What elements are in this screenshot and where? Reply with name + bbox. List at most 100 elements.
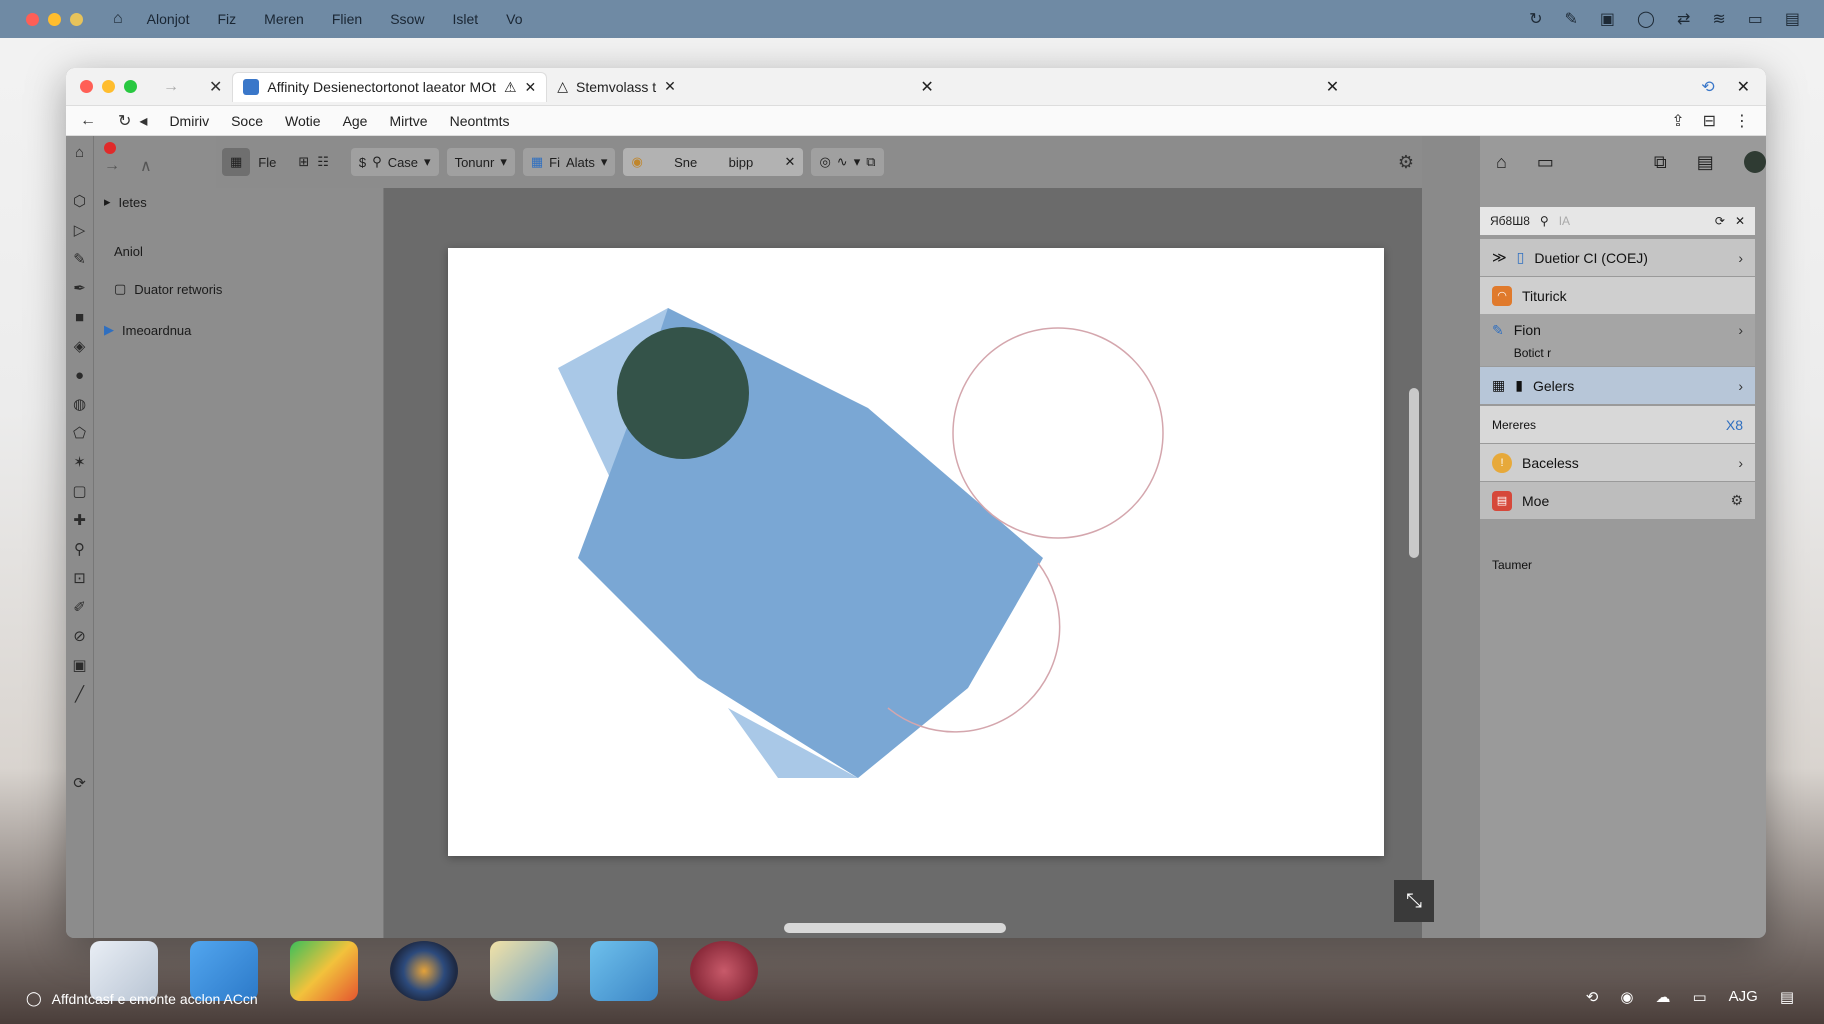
- close-icon[interactable]: ✕: [1735, 214, 1745, 228]
- list-item-gelers[interactable]: ▦ ▮ Gelers ›: [1480, 367, 1755, 404]
- layout-icon[interactable]: ⊟: [1703, 111, 1716, 131]
- circle-tool-icon[interactable]: ●: [71, 367, 89, 385]
- frame-icon[interactable]: ▣: [71, 657, 89, 675]
- gear-icon[interactable]: ⚙: [1398, 152, 1414, 173]
- tab-close-icon[interactable]: ✕: [525, 79, 537, 96]
- search-value[interactable]: bipp: [729, 155, 754, 170]
- vertical-scrollbar[interactable]: [1409, 388, 1419, 558]
- window-zoom-dot[interactable]: [124, 80, 137, 93]
- fill-tool-icon[interactable]: ■: [71, 309, 89, 327]
- rectangle-tool-icon[interactable]: ▢: [71, 483, 89, 501]
- menu-item-5[interactable]: Ssow: [390, 11, 424, 27]
- home-icon[interactable]: ⌂: [1496, 152, 1507, 173]
- control-center-icon[interactable]: ▤: [1785, 9, 1800, 29]
- close-icon[interactable]: ✕: [920, 77, 933, 97]
- back-icon[interactable]: ←: [80, 112, 96, 130]
- list-item-baceless[interactable]: ! Baceless ›: [1480, 444, 1755, 481]
- list-icon[interactable]: ☷: [317, 154, 329, 170]
- nav-item-5[interactable]: Mirtve: [389, 113, 427, 129]
- brush-icon[interactable]: ◈: [71, 338, 89, 356]
- panel-title[interactable]: ▸ Ietes: [104, 194, 147, 210]
- menu-item-7[interactable]: Vo: [506, 11, 522, 27]
- history-icon[interactable]: ⟲: [1586, 988, 1599, 1006]
- minimize-dot[interactable]: [48, 12, 61, 26]
- menu-item-6[interactable]: Islet: [452, 11, 478, 27]
- settings-icon[interactable]: ⚙: [1730, 492, 1743, 509]
- copy-icon[interactable]: ⧉: [1654, 152, 1667, 173]
- section-action[interactable]: X8: [1726, 417, 1743, 433]
- home-icon[interactable]: ⌂: [71, 144, 89, 162]
- tab-close-icon[interactable]: ✕: [664, 78, 676, 95]
- window-icon[interactable]: ▭: [1748, 9, 1763, 29]
- tonur-dropdown[interactable]: Tonunr ▾: [446, 148, 515, 176]
- case-dropdown[interactable]: $ ⚲ Case ▾: [350, 148, 439, 176]
- close-dot[interactable]: [26, 12, 39, 26]
- extension-icon[interactable]: ⟲: [1701, 77, 1714, 97]
- menu-item-3[interactable]: Meren: [264, 11, 304, 27]
- notification-icon[interactable]: ▤: [1780, 988, 1794, 1006]
- nav-item-4[interactable]: Age: [343, 113, 368, 129]
- photos-icon[interactable]: [490, 941, 558, 1001]
- nav-item-2[interactable]: Soce: [231, 113, 263, 129]
- nav-item-6[interactable]: Neontmts: [450, 113, 510, 129]
- tab-affinity[interactable]: Affinity Desienectortonot laeator MOt ⚠ …: [232, 71, 548, 102]
- wand-icon[interactable]: ✶: [71, 454, 89, 472]
- horizontal-scrollbar[interactable]: [784, 923, 1006, 933]
- reload-icon[interactable]: ↻: [118, 111, 131, 131]
- crop-icon[interactable]: ⊡: [71, 570, 89, 588]
- dark-circle[interactable]: [617, 327, 749, 459]
- artboard[interactable]: [448, 248, 1384, 856]
- shape-tool-icon[interactable]: ⬠: [71, 425, 89, 443]
- card-icon[interactable]: ▭: [1537, 152, 1554, 173]
- list-item-duetior[interactable]: ≫ ▯ Duetior CI (COEJ) ›: [1480, 239, 1755, 276]
- clear-icon[interactable]: ✕: [785, 154, 796, 170]
- avatar[interactable]: [1743, 151, 1766, 173]
- options-dropdown[interactable]: ◎ ∿ ▾ ⧉: [811, 148, 884, 176]
- toolbar-search[interactable]: ◉ Sne bipp ✕: [623, 148, 804, 176]
- collapse-button[interactable]: ⤡: [1394, 880, 1434, 922]
- affinity-app-icon[interactable]: [390, 941, 458, 1001]
- caret-left-icon[interactable]: ◂: [139, 111, 147, 131]
- colorful-app-icon[interactable]: [290, 941, 358, 1001]
- clock-text[interactable]: AJG: [1729, 988, 1758, 1006]
- circle-icon[interactable]: ◯: [1637, 9, 1655, 29]
- move-tool-icon[interactable]: ⬡: [71, 193, 89, 211]
- close-icon[interactable]: ✕: [1326, 77, 1339, 97]
- checkbox-icon[interactable]: ▢: [114, 281, 126, 297]
- zoom-tool-icon[interactable]: ⚲: [71, 541, 89, 559]
- alats-dropdown[interactable]: ▦ Fi Alats ▾: [522, 148, 616, 176]
- nav-item-1[interactable]: Dmiriv: [169, 113, 209, 129]
- refresh-icon[interactable]: ⟳: [1715, 214, 1725, 228]
- right-panel-search[interactable]: Яб8Ш8 ⚲ IA ⟳ ✕: [1480, 207, 1755, 235]
- nav-item-3[interactable]: Wotie: [285, 113, 321, 129]
- view-label[interactable]: Fle: [258, 155, 276, 170]
- expand-icon[interactable]: ▶: [104, 322, 114, 338]
- calendar-icon[interactable]: ▣: [1600, 9, 1615, 29]
- eyedropper-icon[interactable]: ✚: [71, 512, 89, 530]
- layer-row-2[interactable]: ▢ Duator retworis: [114, 281, 222, 297]
- stamp-icon[interactable]: ⊘: [71, 628, 89, 646]
- share-icon[interactable]: ⇪: [1671, 111, 1684, 131]
- layer-row-1[interactable]: Aniol: [114, 244, 143, 259]
- wifi-icon[interactable]: ≋: [1712, 9, 1725, 29]
- audio-icon[interactable]: ⚠: [504, 79, 517, 96]
- share-icon[interactable]: ⇄: [1677, 9, 1690, 29]
- window-app-icon[interactable]: [590, 941, 658, 1001]
- list-item-titurick[interactable]: ◠ Titurick: [1480, 277, 1755, 314]
- select-tool-icon[interactable]: ▷: [71, 222, 89, 240]
- record-icon[interactable]: [104, 142, 116, 154]
- list-item-moe[interactable]: ▤ Moe ⚙: [1480, 482, 1755, 519]
- zoom-dot[interactable]: [70, 12, 83, 26]
- tab-close-icon[interactable]: ✕: [209, 77, 222, 97]
- search-placeholder[interactable]: IA: [1559, 214, 1570, 228]
- record-app-icon[interactable]: [690, 941, 758, 1001]
- more-icon[interactable]: ⋮: [1734, 111, 1750, 131]
- menu-item-2[interactable]: Fiz: [217, 11, 236, 27]
- window-minimize-dot[interactable]: [102, 80, 115, 93]
- arrow-right-icon[interactable]: →: [104, 157, 120, 175]
- layer-row-3[interactable]: ▶ Imeoardnua: [104, 322, 191, 338]
- sync-icon[interactable]: ↻: [1529, 9, 1542, 29]
- window-close-icon[interactable]: ✕: [1737, 77, 1750, 97]
- tab-second[interactable]: △ Stemvolass t ✕: [547, 72, 686, 102]
- document-icon[interactable]: ▤: [1697, 152, 1714, 173]
